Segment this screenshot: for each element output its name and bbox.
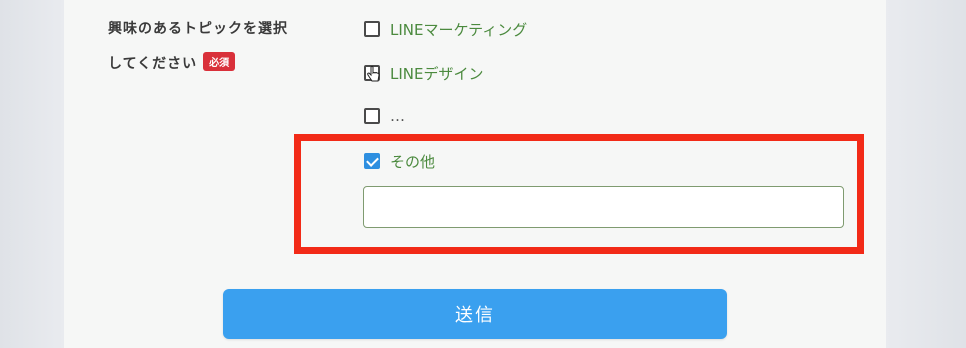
checkbox-line-marketing[interactable] — [364, 21, 380, 37]
option-line-marketing[interactable]: LINEマーケティング — [364, 18, 527, 40]
option-line-design[interactable]: LINEデザイン — [364, 62, 483, 84]
topic-label-line2: してください — [108, 56, 198, 72]
page-background-left — [0, 0, 64, 348]
option-ellipsis[interactable]: … — [364, 105, 405, 127]
topic-label-line1: 興味のあるトピックを選択 — [108, 21, 288, 37]
submit-button[interactable]: 送信 — [223, 289, 727, 339]
option-label-line-marketing: LINEマーケティング — [390, 20, 528, 39]
checkbox-ellipsis[interactable] — [364, 108, 380, 124]
topic-label: 興味のあるトピックを選択 — [108, 18, 288, 38]
topic-label-second: してください 必須 — [108, 52, 236, 73]
page-background-right — [886, 0, 966, 348]
required-badge: 必須 — [203, 52, 236, 71]
option-label-ellipsis: … — [390, 107, 405, 125]
highlight-box — [294, 134, 864, 254]
option-label-line-design: LINEデザイン — [390, 64, 484, 83]
hand-cursor-icon — [367, 66, 380, 82]
